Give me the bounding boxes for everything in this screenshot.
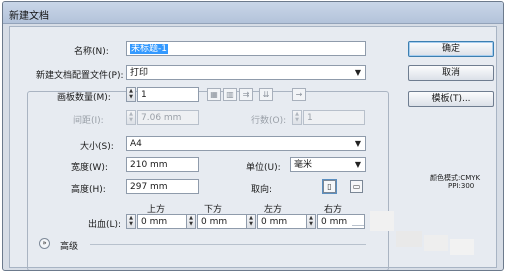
blurred-region: [370, 211, 394, 231]
blurred-region: [396, 231, 422, 247]
units-label: 单位(U):: [246, 163, 281, 173]
portrait-orientation-icon[interactable]: ▯: [323, 180, 336, 193]
size-label: 大小(S):: [80, 142, 114, 152]
orientation-label: 取向:: [251, 185, 273, 195]
ok-button[interactable]: 确定: [408, 41, 494, 57]
spinner-down-icon: ▼: [129, 117, 133, 123]
bleed-right-input[interactable]: 0 mm: [317, 214, 365, 229]
blurred-region: [424, 235, 448, 251]
expand-icon[interactable]: »: [39, 238, 50, 249]
bleed-right-spinner[interactable]: ▲ ▼: [306, 214, 316, 229]
columns-spinner: ▲ ▼: [292, 110, 302, 125]
bleed-top-spinner[interactable]: ▲ ▼: [126, 214, 136, 229]
ppi-text: PPI:300: [448, 182, 475, 190]
spacing-label: 间距(I):: [73, 116, 104, 126]
spinner-down-icon: ▼: [295, 117, 299, 123]
profile-value: 打印: [130, 68, 149, 78]
title-bar: 新建文档: [3, 2, 503, 24]
grid-by-row-icon[interactable]: ▦: [207, 88, 221, 101]
arrange-by-row-icon[interactable]: ⇉: [239, 88, 253, 101]
name-input[interactable]: 未标题-1: [126, 41, 366, 56]
bleed-left-input[interactable]: 0 mm: [257, 214, 307, 229]
advanced-divider: [90, 244, 366, 245]
artboards-count-input[interactable]: 1: [137, 87, 199, 102]
name-label: 名称(N):: [74, 47, 109, 57]
spinner-down-icon: ▼: [189, 221, 193, 227]
landscape-orientation-icon[interactable]: ▭: [350, 180, 363, 193]
bleed-label: 出血(L):: [88, 220, 122, 230]
spinner-down-icon: ▼: [309, 221, 313, 227]
chevron-down-icon: ▼: [354, 139, 361, 148]
arrange-by-column-icon[interactable]: ⇊: [259, 88, 273, 101]
units-select[interactable]: 毫米 ▼: [290, 157, 366, 172]
new-document-dialog: 新建文档 名称(N): 未标题-1 新建文档配置文件(P): 打印 ▼ 画板数量…: [2, 1, 504, 271]
units-value: 毫米: [294, 160, 313, 170]
chevron-down-icon: ▼: [354, 160, 361, 169]
spacing-input: 7.06 mm: [137, 110, 199, 125]
height-input[interactable]: 297 mm: [126, 179, 199, 194]
blurred-region: [450, 239, 474, 255]
profile-select[interactable]: 打印 ▼: [126, 65, 366, 80]
right-to-left-layout-icon[interactable]: →: [292, 88, 306, 101]
columns-label: 行数(O):: [251, 116, 287, 126]
width-label: 宽度(W):: [71, 163, 108, 173]
grid-by-column-icon[interactable]: ▥: [223, 88, 237, 101]
profile-label: 新建文档配置文件(P):: [34, 68, 126, 81]
name-value: 未标题-1: [130, 44, 168, 54]
bleed-link-divider: [352, 225, 364, 226]
spinner-down-icon: ▼: [129, 221, 133, 227]
bleed-top-input[interactable]: 0 mm: [137, 214, 187, 229]
spinner-down-icon: ▼: [129, 94, 133, 100]
window-title: 新建文档: [9, 11, 49, 22]
templates-button[interactable]: 模板(T)...: [408, 91, 494, 107]
bleed-bottom-input[interactable]: 0 mm: [197, 214, 247, 229]
width-input[interactable]: 210 mm: [126, 157, 199, 172]
spinner-down-icon: ▼: [249, 221, 253, 227]
cancel-button[interactable]: 取消: [408, 65, 494, 81]
spacing-spinner: ▲ ▼: [126, 110, 136, 125]
chevron-down-icon: ▼: [354, 68, 361, 77]
advanced-label[interactable]: 高级: [60, 239, 78, 252]
dialog-body: 名称(N): 未标题-1 新建文档配置文件(P): 打印 ▼ 画板数量(M): …: [9, 26, 497, 270]
artboards-count-label: 画板数量(M):: [57, 93, 111, 103]
height-label: 高度(H):: [71, 185, 106, 195]
artboards-count-spinner[interactable]: ▲ ▼: [126, 87, 136, 102]
size-select[interactable]: A4 ▼: [126, 136, 366, 151]
bleed-left-spinner[interactable]: ▲ ▼: [246, 214, 256, 229]
columns-input: 1: [303, 110, 365, 125]
size-value: A4: [130, 139, 142, 149]
bleed-bottom-spinner[interactable]: ▲ ▼: [186, 214, 196, 229]
